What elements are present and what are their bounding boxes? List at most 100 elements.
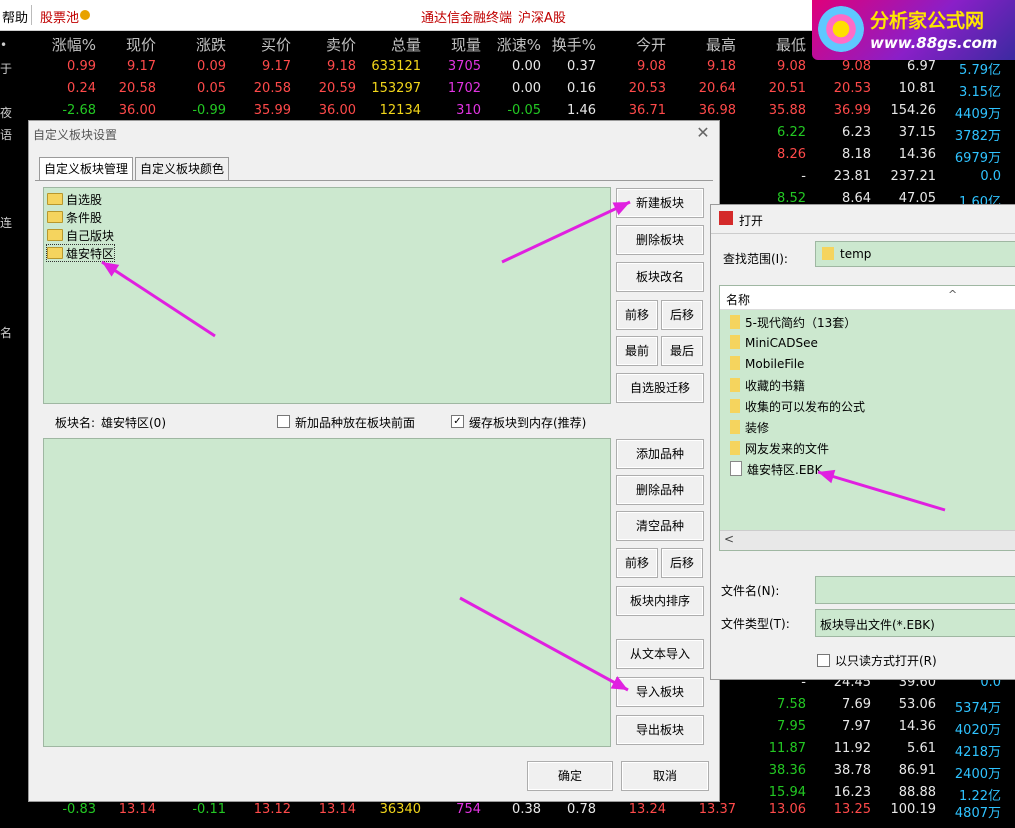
table-cell: 0.99 xyxy=(67,59,96,74)
move-top-button[interactable]: 最前 xyxy=(616,336,658,366)
column-header[interactable]: 卖价 xyxy=(294,34,356,55)
export-block-button[interactable]: 导出板块 xyxy=(616,715,704,745)
ok-button[interactable]: 确定 xyxy=(527,761,613,791)
file-icon xyxy=(730,461,742,476)
cache-block-checkbox[interactable]: ✓ xyxy=(451,415,464,428)
table-cell: 13.06 xyxy=(768,802,806,817)
table-cell: 6.23 xyxy=(842,125,871,140)
list-item[interactable]: 网友发来的文件 xyxy=(730,440,829,460)
folder-icon xyxy=(730,399,740,413)
table-cell: 15.94 xyxy=(768,785,806,800)
migrate-watchlist-button[interactable]: 自选股迁移 xyxy=(616,373,704,403)
list-item[interactable]: 雄安特区.EBK xyxy=(730,461,823,481)
table-cell: 13.37 xyxy=(698,802,736,817)
list-item[interactable]: MobileFile xyxy=(730,356,804,376)
menu-help[interactable]: 帮助 xyxy=(2,7,28,26)
table-cell: -0.05 xyxy=(507,103,541,118)
table-cell: 4218万 xyxy=(954,745,1001,760)
column-header[interactable]: 最高 xyxy=(674,34,736,55)
title-divider xyxy=(711,233,1015,234)
move-up-button[interactable]: 前移 xyxy=(616,300,658,330)
table-cell: 0.09 xyxy=(197,59,226,74)
cancel-button[interactable]: 取消 xyxy=(621,761,709,791)
table-cell: 3705 xyxy=(447,59,481,74)
scroll-left-icon[interactable]: < xyxy=(724,532,734,546)
list-item-selected[interactable]: 雄安特区 xyxy=(45,244,116,262)
delete-block-button[interactable]: 删除板块 xyxy=(616,225,704,255)
move-down-button[interactable]: 后移 xyxy=(661,300,703,330)
horizontal-scrollbar[interactable]: < xyxy=(720,530,1015,550)
table-cell: 1.46 xyxy=(567,103,596,118)
list-item[interactable]: 条件股 xyxy=(47,209,102,225)
readonly-checkbox[interactable] xyxy=(817,654,830,667)
table-cell: 11.92 xyxy=(833,741,871,756)
list-item[interactable]: 5-现代简约（13套） xyxy=(730,314,856,334)
file-list[interactable]: 名称 ^ 5-现代简约（13套） MiniCADSee MobileFile 收… xyxy=(719,285,1015,551)
column-header[interactable]: 现量 xyxy=(419,34,481,55)
close-icon[interactable]: ✕ xyxy=(693,123,713,143)
table-cell: 8.18 xyxy=(842,147,871,162)
item-move-up-button[interactable]: 前移 xyxy=(616,548,658,578)
list-item[interactable]: 收集的可以发布的公式 xyxy=(730,398,865,418)
table-cell: 3.15亿 xyxy=(959,85,1001,100)
column-header[interactable]: 涨跌 xyxy=(164,34,226,55)
column-header[interactable]: 买价 xyxy=(229,34,291,55)
row-label: 名 xyxy=(0,326,13,340)
table-cell: 88.88 xyxy=(898,785,936,800)
folder-icon xyxy=(47,229,63,241)
table-cell: 4807万 xyxy=(954,806,1001,821)
block-items-list[interactable] xyxy=(43,438,611,747)
add-item-button[interactable]: 添加品种 xyxy=(616,439,704,469)
clear-items-button[interactable]: 清空品种 xyxy=(616,511,704,541)
list-item[interactable]: 收藏的书籍 xyxy=(730,377,805,397)
import-block-button[interactable]: 导入板块 xyxy=(616,677,704,707)
column-header[interactable]: 最低 xyxy=(744,34,806,55)
rename-block-button[interactable]: 板块改名 xyxy=(616,262,704,292)
custom-block-settings-dialog: 自定义板块设置 ✕ 自定义板块管理 自定义板块颜色 自选股 条件股 自己版块 雄… xyxy=(28,120,720,802)
table-cell: 53.06 xyxy=(898,697,936,712)
prepend-new-checkbox[interactable] xyxy=(277,415,290,428)
tab-block-colors[interactable]: 自定义板块颜色 xyxy=(135,157,230,180)
table-cell: 16.23 xyxy=(833,785,871,800)
table-row[interactable]: -0.83 13.14 -0.11 13.12 13.14 36340 754 0.38 0.7… xyxy=(0,799,1015,821)
menu-stock-pool[interactable]: 股票池 xyxy=(40,7,79,26)
column-header[interactable]: 现价 xyxy=(94,34,156,55)
list-item[interactable]: 装修 xyxy=(730,419,769,439)
column-header[interactable]: 换手% xyxy=(534,34,596,55)
table-row[interactable]: -2.68 36.00 -0.99 35.99 36.00 12134 310 -0.05 1.… xyxy=(0,100,1015,122)
list-item[interactable]: 自选股 xyxy=(47,191,102,207)
table-cell: 5.61 xyxy=(907,741,936,756)
column-header[interactable]: 总量 xyxy=(359,34,421,55)
import-text-button[interactable]: 从文本导入 xyxy=(616,639,704,669)
tab-block-management[interactable]: 自定义板块管理 xyxy=(39,157,134,180)
sort-items-button[interactable]: 板块内排序 xyxy=(616,586,704,616)
table-cell: 23.81 xyxy=(833,169,871,184)
table-cell: 20.51 xyxy=(768,81,806,96)
column-header[interactable]: 涨幅% xyxy=(34,34,96,55)
column-name-header[interactable]: 名称 xyxy=(726,291,750,308)
table-cell: 6979万 xyxy=(954,151,1001,166)
new-block-button[interactable]: 新建板块 xyxy=(616,188,704,218)
table-cell: 0.00 xyxy=(512,81,541,96)
column-header[interactable]: 涨速% xyxy=(479,34,541,55)
delete-item-button[interactable]: 删除品种 xyxy=(616,475,704,505)
look-in-select[interactable]: temp xyxy=(815,241,1015,267)
move-bottom-button[interactable]: 最后 xyxy=(661,336,703,366)
table-row[interactable]: 0.99 9.17 0.09 9.17 9.18 633121 3705 0.00 0.37 9.… xyxy=(0,56,1015,78)
table-cell: 11.87 xyxy=(768,741,806,756)
filename-input[interactable] xyxy=(815,576,1015,604)
item-move-down-button[interactable]: 后移 xyxy=(661,548,703,578)
table-cell: 6.22 xyxy=(777,125,806,140)
table-cell: -2.68 xyxy=(62,103,96,118)
table-cell: 36.99 xyxy=(833,103,871,118)
sort-ascending-icon: ^ xyxy=(948,288,958,301)
column-header[interactable]: 今开 xyxy=(604,34,666,55)
look-in-label: 查找范围(I): xyxy=(723,252,788,266)
list-item[interactable]: 自己版块 xyxy=(47,227,114,243)
table-cell: 2400万 xyxy=(954,767,1001,782)
filetype-select[interactable]: 板块导出文件(*.EBK) xyxy=(815,609,1015,637)
list-item[interactable]: MiniCADSee xyxy=(730,335,818,355)
folder-icon xyxy=(730,441,740,455)
table-row[interactable]: 0.24 20.58 0.05 20.58 20.59 153297 1702 0.00 0.1… xyxy=(0,78,1015,100)
block-list[interactable]: 自选股 条件股 自己版块 雄安特区 xyxy=(43,187,611,404)
